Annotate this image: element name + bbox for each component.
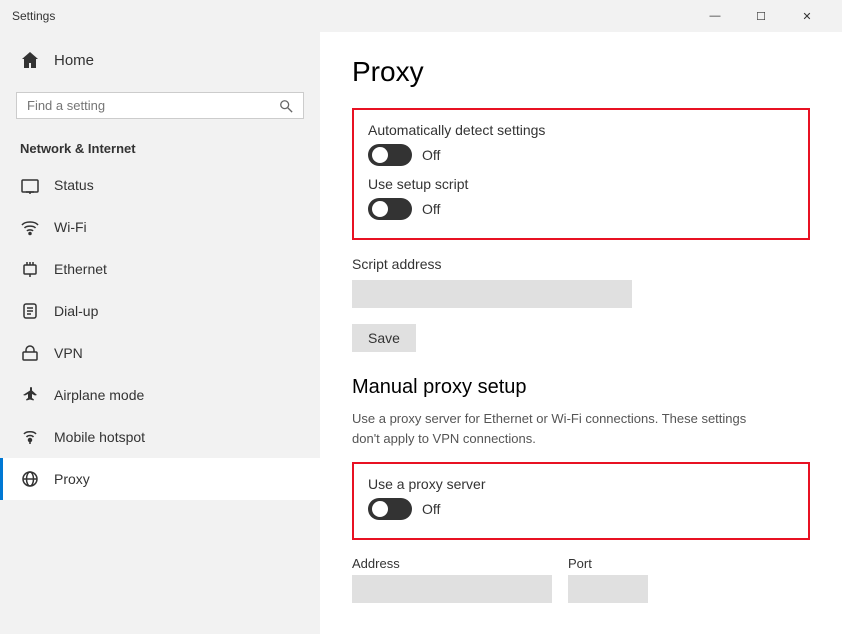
page-title: Proxy bbox=[352, 56, 810, 88]
automatic-setup-box: Automatically detect settings Off Use se… bbox=[352, 108, 810, 240]
setup-script-label: Use setup script bbox=[368, 176, 794, 192]
title-bar: Settings — ☐ ✕ bbox=[0, 0, 842, 32]
use-proxy-state: Off bbox=[422, 501, 440, 517]
sidebar-item-hotspot-label: Mobile hotspot bbox=[54, 429, 145, 445]
app-container: Home Network & Internet Status bbox=[0, 32, 842, 634]
search-icon bbox=[279, 99, 293, 113]
status-icon bbox=[20, 175, 40, 195]
manual-setup-title: Manual proxy setup bbox=[352, 376, 810, 399]
sidebar-item-airplane[interactable]: Airplane mode bbox=[0, 374, 320, 416]
window-controls: — ☐ ✕ bbox=[692, 0, 830, 32]
sidebar-item-ethernet-label: Ethernet bbox=[54, 261, 107, 277]
port-field-wrap: Port bbox=[568, 556, 648, 603]
port-label: Port bbox=[568, 556, 648, 571]
sidebar-item-vpn[interactable]: VPN bbox=[0, 332, 320, 374]
address-field-wrap: Address bbox=[352, 556, 552, 603]
search-box[interactable] bbox=[16, 92, 304, 119]
address-input[interactable] bbox=[352, 575, 552, 603]
main-content: Proxy Automatically detect settings Off … bbox=[320, 32, 842, 634]
setup-script-state: Off bbox=[422, 201, 440, 217]
home-label: Home bbox=[54, 52, 94, 69]
sidebar-item-hotspot[interactable]: Mobile hotspot bbox=[0, 416, 320, 458]
sidebar-item-status[interactable]: Status bbox=[0, 164, 320, 206]
save-button[interactable]: Save bbox=[352, 324, 416, 352]
use-proxy-toggle-container: Off bbox=[368, 498, 794, 520]
sidebar-item-ethernet[interactable]: Ethernet bbox=[0, 248, 320, 290]
sidebar-item-dialup[interactable]: Dial-up bbox=[0, 290, 320, 332]
use-proxy-toggle[interactable] bbox=[368, 498, 412, 520]
maximize-button[interactable]: ☐ bbox=[738, 0, 784, 32]
proxy-icon bbox=[20, 469, 40, 489]
script-address-input[interactable] bbox=[352, 280, 632, 308]
use-proxy-box: Use a proxy server Off bbox=[352, 462, 810, 540]
wifi-icon bbox=[20, 217, 40, 237]
sidebar-item-vpn-label: VPN bbox=[54, 345, 83, 361]
vpn-icon bbox=[20, 343, 40, 363]
search-input[interactable] bbox=[27, 98, 279, 113]
hotspot-icon bbox=[20, 427, 40, 447]
sidebar-item-wifi-label: Wi-Fi bbox=[54, 219, 87, 235]
auto-detect-toggle-container: Off bbox=[368, 144, 794, 166]
sidebar-item-home[interactable]: Home bbox=[0, 32, 320, 88]
setup-script-toggle-container: Off bbox=[368, 198, 794, 220]
port-input[interactable] bbox=[568, 575, 648, 603]
auto-detect-state: Off bbox=[422, 147, 440, 163]
sidebar-section-title: Network & Internet bbox=[0, 131, 320, 164]
sidebar-item-proxy[interactable]: Proxy bbox=[0, 458, 320, 500]
sidebar-item-proxy-label: Proxy bbox=[54, 471, 90, 487]
use-proxy-label: Use a proxy server bbox=[368, 476, 794, 492]
auto-detect-toggle[interactable] bbox=[368, 144, 412, 166]
sidebar-item-airplane-label: Airplane mode bbox=[54, 387, 144, 403]
address-port-row: Address Port bbox=[352, 556, 810, 603]
script-address-label: Script address bbox=[352, 256, 810, 272]
close-button[interactable]: ✕ bbox=[784, 0, 830, 32]
sidebar-item-wifi[interactable]: Wi-Fi bbox=[0, 206, 320, 248]
minimize-button[interactable]: — bbox=[692, 0, 738, 32]
sidebar-item-dialup-label: Dial-up bbox=[54, 303, 98, 319]
airplane-icon bbox=[20, 385, 40, 405]
home-icon bbox=[20, 50, 40, 70]
auto-detect-label: Automatically detect settings bbox=[368, 122, 794, 138]
address-label: Address bbox=[352, 556, 552, 571]
manual-setup-description: Use a proxy server for Ethernet or Wi-Fi… bbox=[352, 409, 772, 448]
dialup-icon bbox=[20, 301, 40, 321]
sidebar: Home Network & Internet Status bbox=[0, 32, 320, 634]
ethernet-icon bbox=[20, 259, 40, 279]
app-title: Settings bbox=[12, 9, 692, 23]
sidebar-item-status-label: Status bbox=[54, 177, 94, 193]
setup-script-toggle[interactable] bbox=[368, 198, 412, 220]
